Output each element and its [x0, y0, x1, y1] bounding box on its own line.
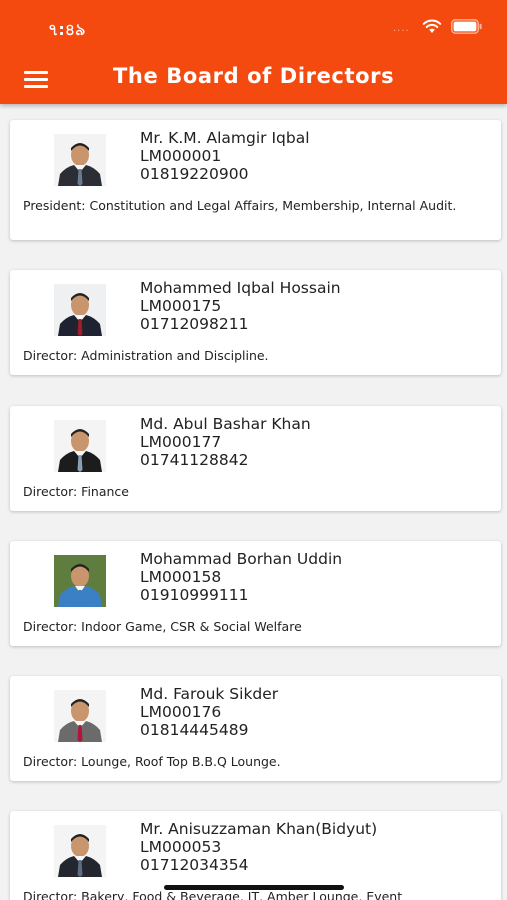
- wifi-icon: [422, 19, 442, 33]
- director-role: Director: Finance: [23, 484, 129, 499]
- director-member-id: LM000175: [140, 297, 222, 315]
- director-member-id: LM000177: [140, 433, 222, 451]
- director-card[interactable]: Mr. K.M. Alamgir Iqbal LM000001 01819220…: [10, 120, 501, 240]
- director-name: Md. Abul Bashar Khan: [140, 415, 311, 433]
- director-card[interactable]: Mohammad Borhan Uddin LM000158 019109991…: [10, 541, 501, 646]
- director-phone[interactable]: 01741128842: [140, 451, 248, 469]
- director-role: President: Constitution and Legal Affair…: [23, 198, 457, 213]
- status-bar: ৭:৪৯ ....: [0, 0, 507, 56]
- director-name: Mr. Anisuzzaman Khan(Bidyut): [140, 820, 378, 838]
- director-member-id: LM000001: [140, 147, 222, 165]
- director-card[interactable]: Mohammed Iqbal Hossain LM000175 01712098…: [10, 270, 501, 375]
- director-role: Director: Administration and Discipline.: [23, 348, 269, 363]
- director-phone[interactable]: 01819220900: [140, 165, 248, 183]
- director-phone[interactable]: 01910999111: [140, 586, 248, 604]
- director-role: Director: Bakery, Food & Beverage, IT, A…: [23, 889, 403, 900]
- director-card[interactable]: Md. Abul Bashar Khan LM000177 0174112884…: [10, 406, 501, 511]
- home-indicator[interactable]: [164, 885, 344, 890]
- director-member-id: LM000053: [140, 838, 222, 856]
- director-phone[interactable]: 01814445489: [140, 721, 248, 739]
- page-title: The Board of Directors: [113, 64, 395, 88]
- battery-icon: [451, 19, 482, 34]
- directors-list[interactable]: Mr. K.M. Alamgir Iqbal LM000001 01819220…: [0, 0, 507, 900]
- hamburger-menu-icon[interactable]: [24, 68, 50, 88]
- director-role: Director: Lounge, Roof Top B.B.Q Lounge.: [23, 754, 281, 769]
- app-header: ৭:৪৯ .... The Board of Directors: [0, 0, 507, 104]
- director-photo: [54, 420, 106, 472]
- director-phone[interactable]: 01712098211: [140, 315, 248, 333]
- director-photo: [54, 134, 106, 186]
- director-name: Mr. K.M. Alamgir Iqbal: [140, 129, 310, 147]
- director-name: Mohammad Borhan Uddin: [140, 550, 343, 568]
- director-phone[interactable]: 01712034354: [140, 856, 248, 874]
- director-name: Mohammed Iqbal Hossain: [140, 279, 341, 297]
- status-time: ৭:৪৯: [48, 20, 86, 39]
- signal-icon: ....: [393, 23, 410, 34]
- director-member-id: LM000176: [140, 703, 222, 721]
- director-name: Md. Farouk Sikder: [140, 685, 279, 703]
- director-photo: [54, 690, 106, 742]
- director-member-id: LM000158: [140, 568, 222, 586]
- director-photo: [54, 555, 106, 607]
- director-role: Director: Indoor Game, CSR & Social Welf…: [23, 619, 302, 634]
- director-card[interactable]: Md. Farouk Sikder LM000176 01814445489 D…: [10, 676, 501, 781]
- director-photo: [54, 284, 106, 336]
- director-photo: [54, 825, 106, 877]
